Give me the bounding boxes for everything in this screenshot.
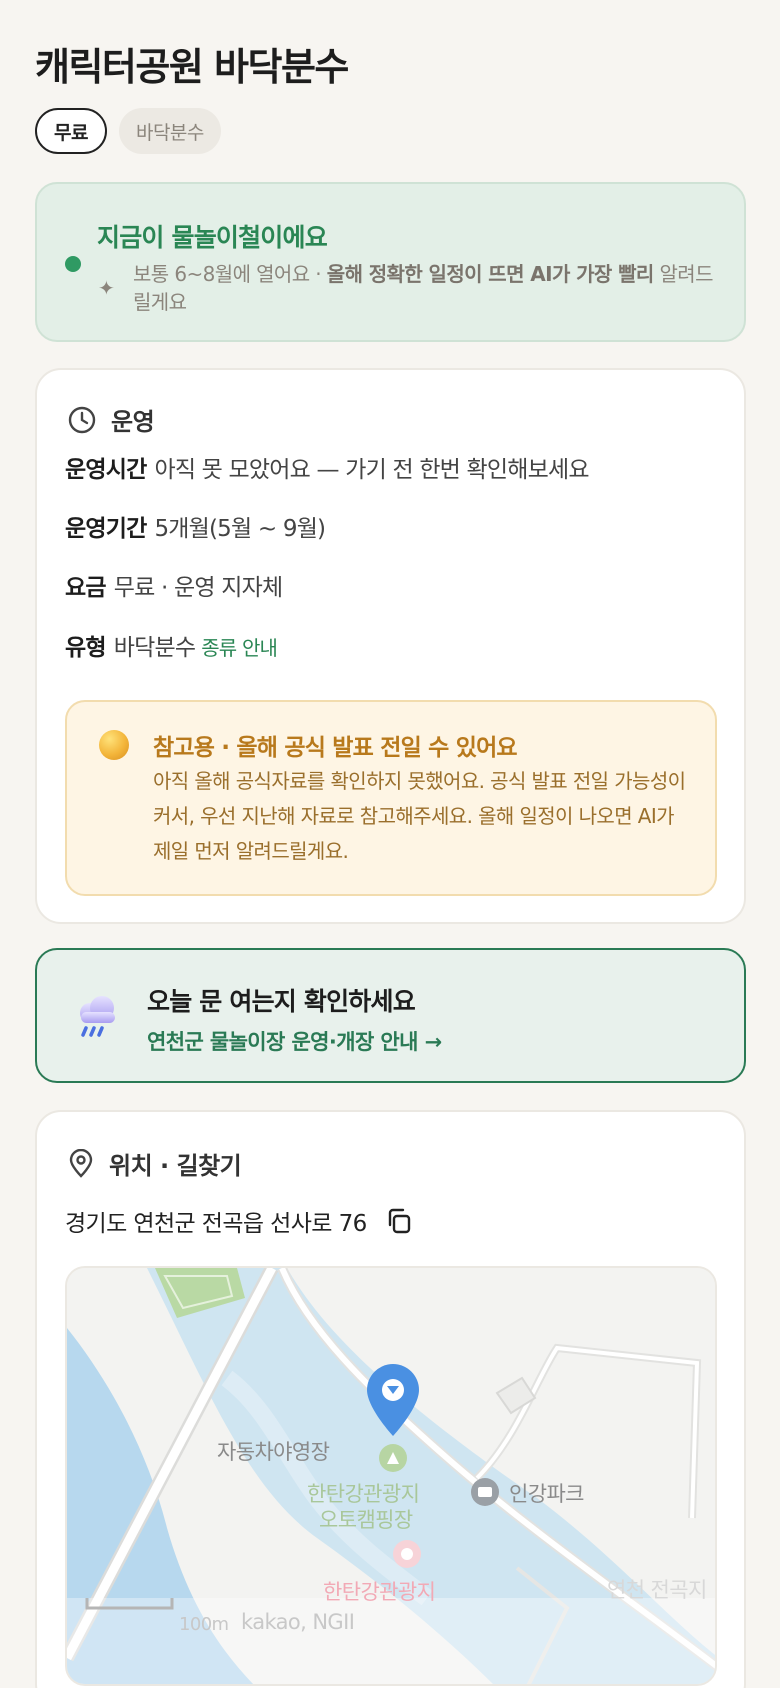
tag-type[interactable]: 바닥분수 — [118, 108, 221, 154]
rain-cloud-icon — [80, 996, 115, 1037]
tag-list: 무료 바닥분수 — [35, 108, 221, 154]
row-period: 운영기간 5개월(5월 ~ 9월) — [65, 509, 326, 543]
location-card: 위치 · 길찾기 경기도 연천군 전곡읍 선사로 76 자동차야영장 한탄강관광… — [35, 1110, 746, 1688]
open-status-card[interactable]: 오늘 문 여는지 확인하세요 연천군 물놀이장 운영·개장 안내 → — [35, 948, 746, 1083]
place-detail-page: 캐릭터공원 바닥분수 무료 바닥분수 지금이 물놀이철이에요 ✦ 보통 6~8월… — [0, 0, 780, 1688]
operation-card: 운영 운영시간 아직 못 모았어요 — 가기 전 한번 확인해보세요 운영기간 5개… — [35, 368, 746, 924]
map-scale-label: 100m — [179, 1614, 229, 1635]
status-title: 오늘 문 여는지 확인하세요 — [147, 987, 416, 1016]
location-heading: 위치 · 길찾기 — [109, 1152, 242, 1180]
clock-icon — [68, 406, 96, 433]
reference-notice: 참고용 · 올해 공식 발표 전일 수 있어요 아직 올해 공식자료를 확인하지… — [65, 700, 717, 896]
row-type: 유형 바닥분수 종류 안내 — [65, 628, 278, 662]
season-title: 지금이 물놀이철이에요 — [97, 223, 328, 252]
notice-body: 아직 올해 공식자료를 확인하지 못했어요. 공식 발표 전일 가능성이 커서,… — [153, 769, 686, 863]
row-fee-label: 요금 — [65, 575, 107, 601]
row-period-value: 5개월(5월 ~ 9월) — [154, 516, 326, 542]
status-dot-icon — [65, 256, 81, 272]
row-hours-value: 아직 못 모았어요 — 가기 전 한번 확인해보세요 — [154, 457, 589, 483]
map-label-site-line2: 오토캠핑장 — [319, 1508, 413, 1532]
address-text: 경기도 연천군 전곡읍 선사로 76 — [65, 1211, 367, 1237]
tag-free[interactable]: 무료 — [35, 108, 107, 154]
location-header: 위치 · 길찾기 — [67, 1146, 242, 1181]
row-type-label: 유형 — [65, 635, 107, 661]
row-hours: 운영시간 아직 못 모았어요 — 가기 전 한번 확인해보세요 — [65, 450, 590, 484]
type-guide-link[interactable]: 종류 안내 — [201, 636, 278, 660]
operation-header: 운영 — [67, 402, 155, 437]
season-banner: 지금이 물놀이철이에요 ✦ 보통 6~8월에 열어요 · 올해 정확한 일정이 … — [35, 182, 746, 342]
map-view[interactable]: 자동차야영장 한탄강관광지 오토캠핑장 인강파크 한탄강관광지 연천 전곡지 1… — [65, 1266, 717, 1686]
page-title: 캐릭터공원 바닥분수 — [35, 45, 349, 89]
map-base — [67, 1268, 715, 1684]
season-description: 보통 6~8월에 열어요 · 올해 정확한 일정이 뜨면 AI가 가장 빨리 알… — [133, 260, 723, 316]
sparkle-icon: ✦ — [98, 276, 115, 300]
row-period-label: 운영기간 — [65, 516, 147, 542]
row-hours-label: 운영시간 — [65, 457, 147, 483]
season-desc-prefix: 보통 6~8월에 열어요 · — [133, 262, 327, 286]
map-label-camp: 자동차야영장 — [217, 1440, 330, 1464]
map-label-tourist: 한탄강관광지 — [323, 1580, 436, 1604]
row-type-value: 바닥분수 — [113, 635, 196, 661]
row-fee-value: 무료 · 운영 지자체 — [113, 575, 283, 601]
status-link[interactable]: 연천군 물놀이장 운영·개장 안내 → — [147, 1026, 442, 1056]
map-credit: kakao, NGII — [241, 1610, 355, 1634]
map-label-park: 인강파크 — [509, 1482, 584, 1506]
row-fee: 요금 무료 · 운영 지자체 — [65, 568, 283, 602]
copy-icon[interactable] — [385, 1207, 413, 1235]
notice-title: 참고용 · 올해 공식 발표 전일 수 있어요 — [153, 735, 518, 761]
season-desc-bold: 올해 정확한 일정이 뜨면 AI가 가장 빨리 — [326, 262, 655, 286]
map-label-town: 연천 전곡지 — [607, 1578, 707, 1602]
operation-heading: 운영 — [111, 408, 155, 436]
location-pin-icon — [69, 1148, 93, 1178]
address-row: 경기도 연천군 전곡읍 선사로 76 — [65, 1204, 413, 1238]
moon-icon — [99, 730, 129, 760]
